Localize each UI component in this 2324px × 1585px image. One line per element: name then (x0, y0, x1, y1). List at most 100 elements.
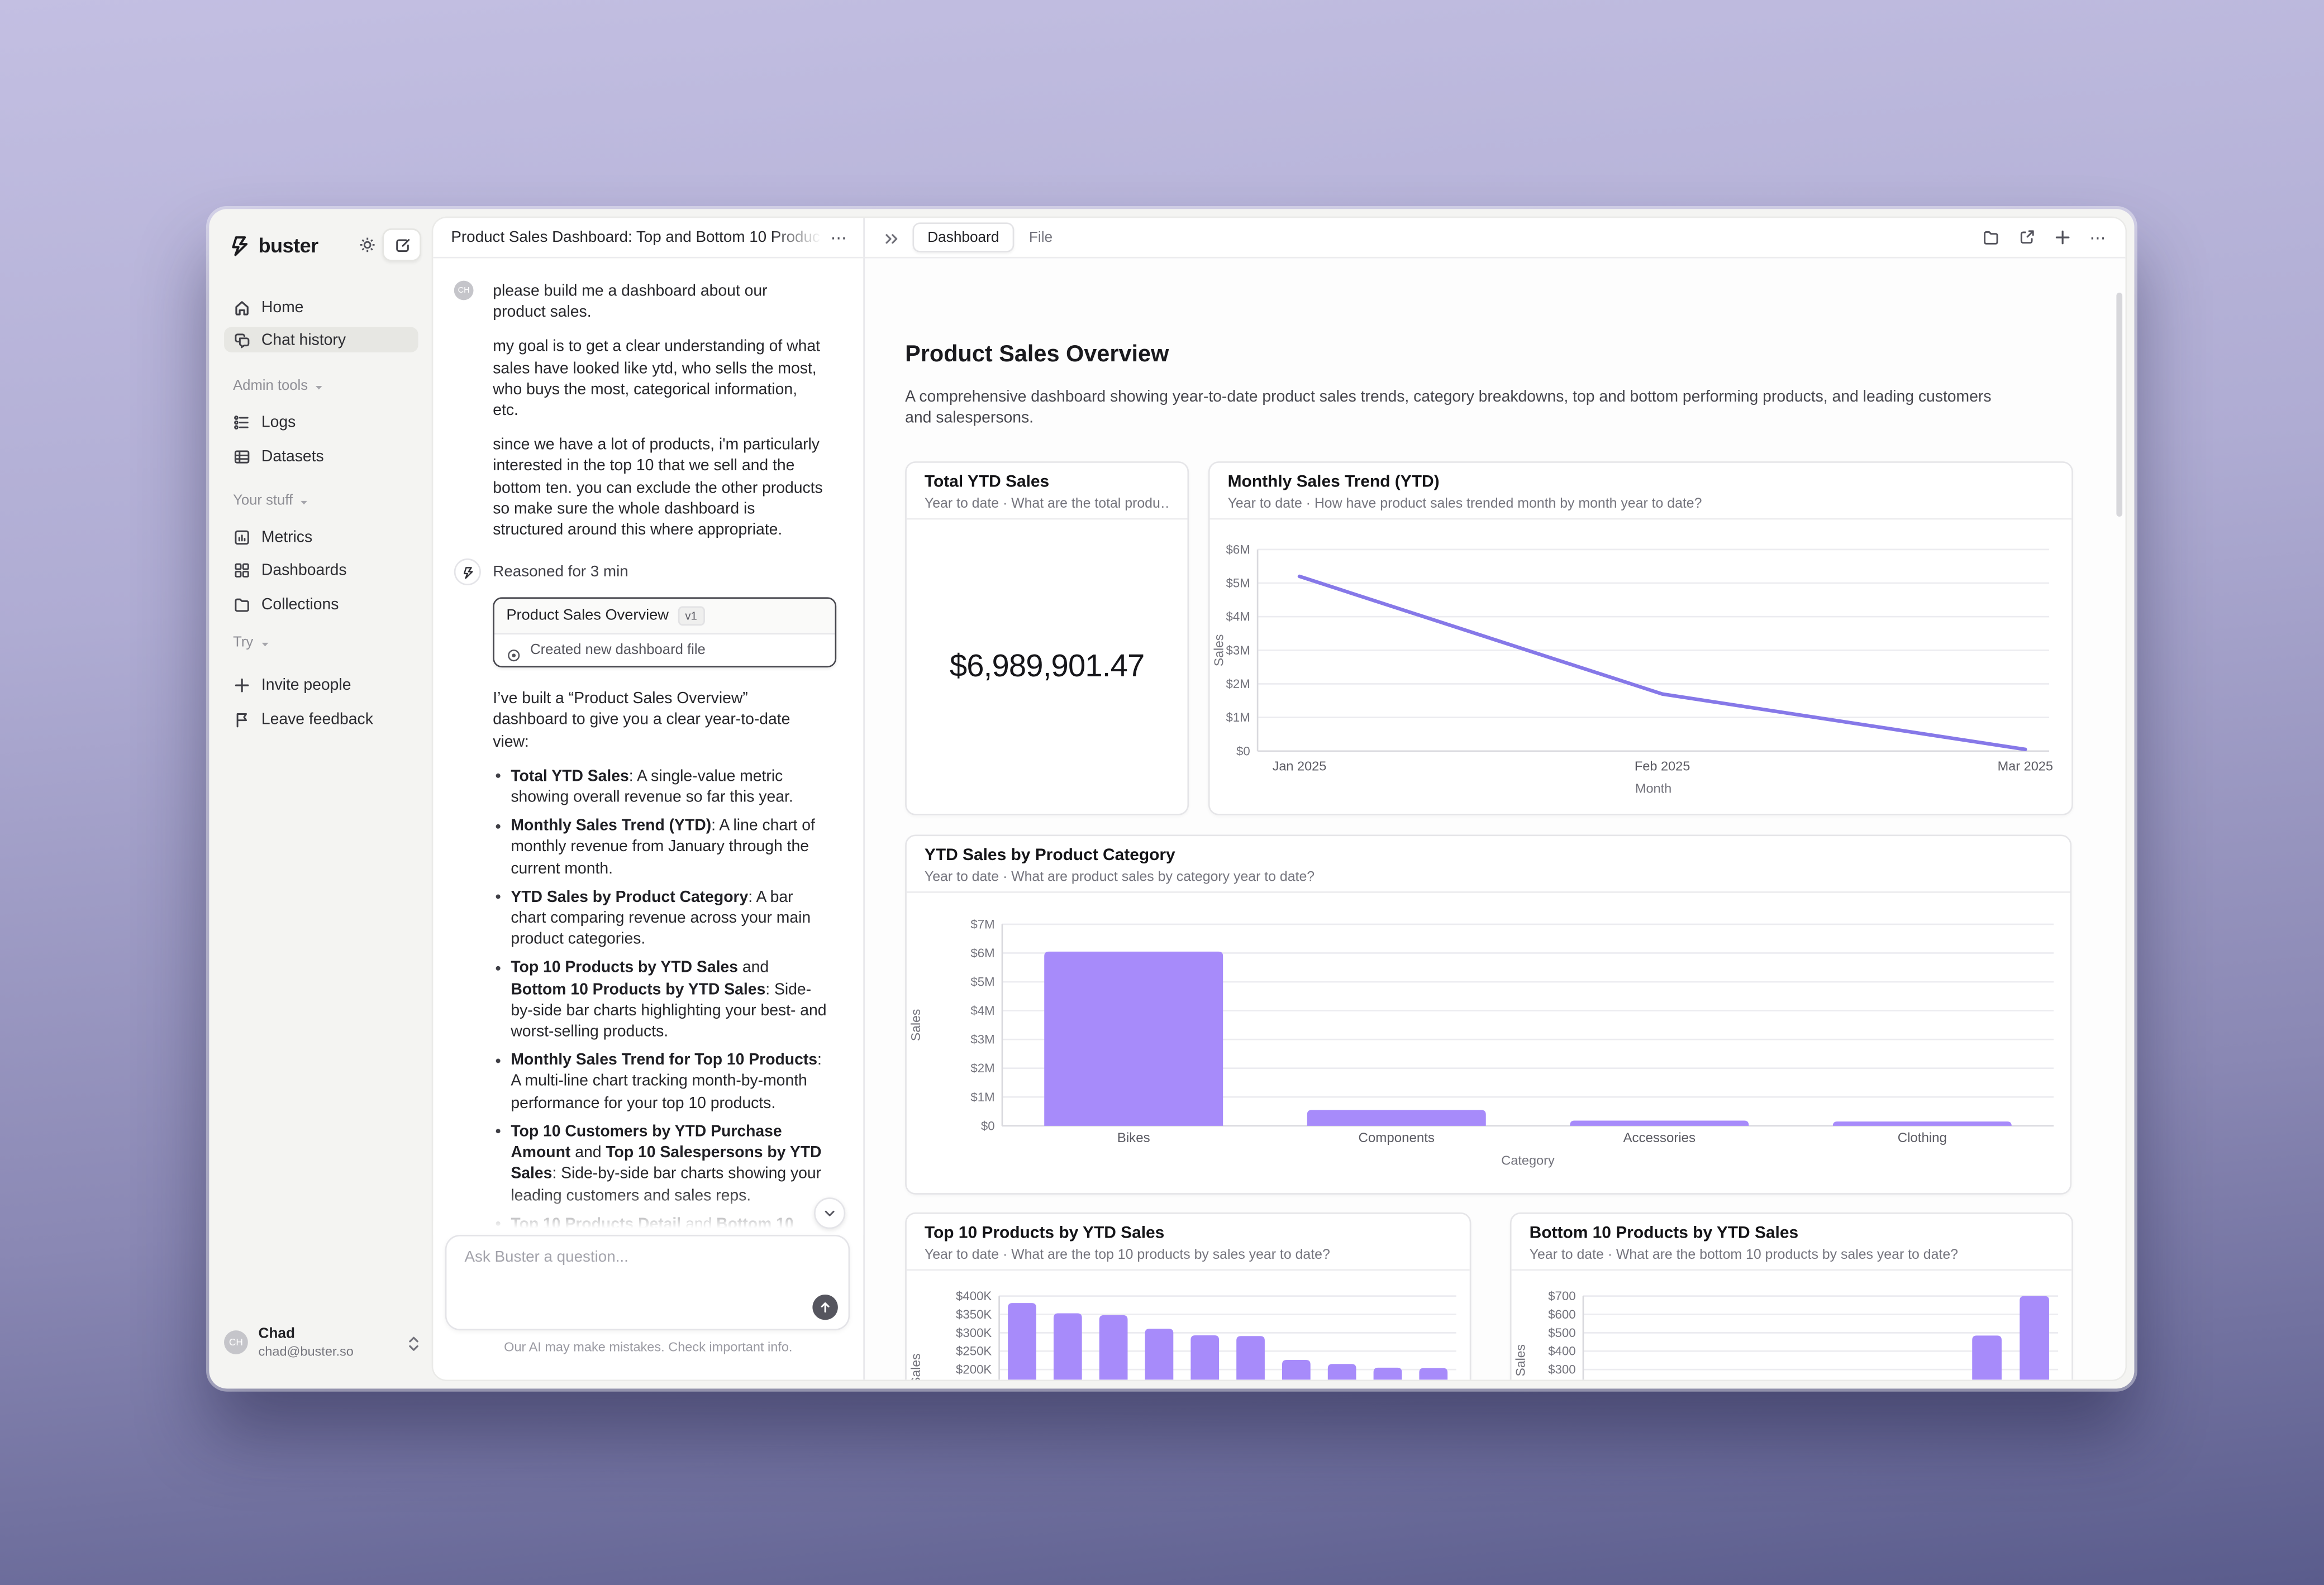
dashboard-file-card[interactable]: Product Sales Overview v1 Created new da… (493, 598, 836, 668)
svg-text:Sales: Sales (1513, 1344, 1528, 1377)
card-subtitle: Year to date · How have product sales tr… (1228, 496, 2054, 512)
card-title: YTD Sales by Product Category (925, 847, 2052, 866)
collections-folder-icon (233, 595, 251, 613)
assistant-bullet: Monthly Sales Trend (YTD): A line chart … (493, 815, 827, 879)
share-icon[interactable] (2018, 228, 2036, 246)
page-title: Product Sales Overview (905, 342, 1169, 369)
user-message-paragraph: since we have a lot of products, i'm par… (493, 435, 825, 541)
chat-messages[interactable]: CH please build me a dashboard about our… (433, 257, 863, 1235)
svg-text:$0: $0 (981, 1119, 995, 1133)
svg-text:$2M: $2M (970, 1061, 994, 1075)
svg-text:Jan 2025: Jan 2025 (1273, 759, 1327, 774)
chat-input-placeholder: Ask Buster a question... (464, 1250, 628, 1266)
svg-text:Sales: Sales (908, 1009, 923, 1041)
svg-text:$400K: $400K (956, 1289, 992, 1303)
file-status: Created new dashboard file (530, 642, 706, 658)
tab-file[interactable]: File (1029, 229, 1053, 245)
sidebar-item-metrics[interactable]: Metrics (224, 524, 418, 549)
caret-down-icon (259, 638, 270, 648)
sidebar-item-dashboards[interactable]: Dashboards (224, 557, 418, 582)
sidebar-item-datasets[interactable]: Datasets (224, 443, 418, 469)
chart-card-bottom10-products[interactable]: Bottom 10 Products by YTD Sales Year to … (1510, 1212, 2073, 1379)
dashboard-more-button[interactable]: ⋯ (2089, 228, 2107, 247)
dashboards-icon (233, 561, 251, 579)
card-subtitle: Year to date · What are the top 10 produ… (925, 1247, 1452, 1263)
dashboard-header: Dashboard File ⋯ (865, 218, 2125, 258)
user-name: Chad (259, 1326, 396, 1343)
assistant-bullet: Total YTD Sales: A single-value metric s… (493, 766, 827, 808)
svg-text:$2M: $2M (1226, 677, 1250, 691)
chat-title: Product Sales Dashboard: Top and Bottom … (451, 229, 821, 245)
chat-more-button[interactable]: ⋯ (821, 228, 848, 247)
sidebar-item-chat-history[interactable]: Chat history (224, 327, 418, 352)
assistant-bullet: Monthly Sales Trend for Top 10 Products:… (493, 1050, 827, 1114)
dashboard-content[interactable]: Product Sales Overview A comprehensive d… (865, 257, 2125, 1379)
caret-down-icon (299, 496, 309, 507)
bar-chart-category-sales: $0$1M$2M$3M$4M$5M$6M$7MSalesBikesCompone… (907, 894, 2067, 1197)
svg-text:Month: Month (1635, 781, 1671, 796)
plus-icon (233, 676, 251, 694)
svg-text:$3M: $3M (970, 1033, 994, 1047)
svg-text:$500: $500 (1548, 1326, 1575, 1340)
ai-disclaimer: Our AI may make mistakes. Check importan… (433, 1339, 863, 1354)
tab-dashboard[interactable]: Dashboard (913, 222, 1015, 252)
svg-text:$5M: $5M (970, 975, 994, 989)
sidebar-item-leave-feedback[interactable]: Leave feedback (224, 706, 418, 732)
card-title: Top 10 Products by YTD Sales (925, 1224, 1452, 1244)
svg-text:$6M: $6M (970, 946, 994, 960)
chat-input[interactable]: Ask Buster a question... (445, 1235, 850, 1330)
app-window: buster Home Chat history Admin tools Log… (209, 209, 2134, 1388)
reasoning-row[interactable]: Reasoned for 3 min (454, 559, 801, 586)
assistant-bullet: Top 10 Products by YTD Sales and Bottom … (493, 958, 827, 1043)
svg-text:$4M: $4M (1226, 610, 1250, 624)
buster-avatar-icon (454, 559, 481, 586)
collapse-sidebar-icon[interactable] (883, 228, 901, 246)
svg-text:$350K: $350K (956, 1307, 992, 1321)
avatar: CH (224, 1330, 248, 1354)
chart-card-monthly-sales-trend[interactable]: Monthly Sales Trend (YTD) Year to date ·… (1208, 461, 2073, 815)
line-chart-monthly-sales: $0$1M$2M$3M$4M$5M$6MSalesJan 2025Feb 202… (1210, 521, 2069, 818)
bar-chart-top10-products: $0$50K$100K$150K$200K$250K$300K$350K$400… (907, 1272, 1467, 1379)
file-title: Product Sales Overview (506, 608, 669, 624)
chart-card-top10-products[interactable]: Top 10 Products by YTD Sales Year to dat… (905, 1212, 1471, 1379)
sidebar-item-logs[interactable]: Logs (224, 409, 418, 435)
metric-card-total-ytd-sales[interactable]: Total YTD Sales Year to date · What are … (905, 461, 1189, 815)
chevron-up-down-icon (406, 1333, 421, 1351)
datasets-icon (233, 447, 251, 465)
sidebar-item-collections[interactable]: Collections (224, 591, 418, 617)
section-try[interactable]: Try (233, 633, 270, 653)
chat-panel: Product Sales Dashboard: Top and Bottom … (433, 218, 865, 1379)
card-title: Total YTD Sales (925, 474, 1169, 493)
user-menu[interactable]: CH Chad chad@buster.so (224, 1321, 421, 1363)
section-admin-tools[interactable]: Admin tools (233, 376, 324, 396)
sidebar-item-invite-people[interactable]: Invite people (224, 672, 418, 697)
settings-gear-icon[interactable] (353, 230, 382, 260)
svg-text:$600: $600 (1548, 1307, 1575, 1321)
assistant-bullet-list: Total YTD Sales: A single-value metric s… (493, 766, 839, 1235)
chart-card-ytd-sales-by-category[interactable]: YTD Sales by Product Category Year to da… (905, 834, 2071, 1194)
new-chat-button[interactable] (382, 228, 421, 261)
scroll-to-bottom-button[interactable] (814, 1197, 845, 1229)
svg-text:Sales: Sales (908, 1353, 923, 1379)
sidebar-item-home[interactable]: Home (224, 294, 418, 319)
svg-text:Accessories: Accessories (1623, 1130, 1696, 1145)
buster-logo-icon (228, 233, 251, 256)
svg-text:$4M: $4M (970, 1004, 994, 1018)
section-your-stuff[interactable]: Your stuff (233, 491, 309, 511)
svg-text:$300K: $300K (956, 1326, 992, 1340)
vertical-scrollbar[interactable] (2116, 293, 2122, 517)
card-title: Bottom 10 Products by YTD Sales (1530, 1224, 2054, 1244)
main-area: Product Sales Dashboard: Top and Bottom … (433, 218, 2125, 1379)
metric-value: $6,989,901.47 (950, 650, 1145, 685)
svg-text:Feb 2025: Feb 2025 (1635, 759, 1690, 774)
user-message-avatar: CH (454, 281, 474, 300)
add-icon[interactable] (2054, 228, 2071, 246)
card-subtitle: Year to date · What are the total produ… (925, 496, 1169, 512)
svg-text:$7M: $7M (970, 917, 994, 931)
send-button[interactable] (812, 1295, 837, 1320)
status-dot-icon (506, 643, 521, 658)
folder-icon[interactable] (1982, 228, 2000, 246)
flag-icon (233, 710, 251, 728)
svg-text:$3M: $3M (1226, 643, 1250, 657)
sidebar: buster Home Chat history Admin tools Log… (209, 209, 433, 1388)
